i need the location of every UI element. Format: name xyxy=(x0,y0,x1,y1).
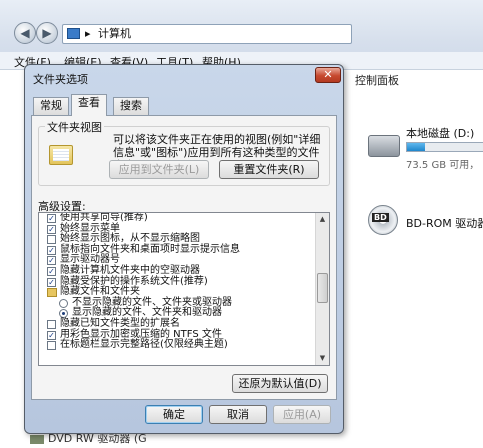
ok-button[interactable]: 确定 xyxy=(145,405,203,424)
drive-d-name: 本地磁盘 (D:) xyxy=(406,127,475,140)
checkbox[interactable]: ✓ xyxy=(47,256,56,266)
radio-button[interactable] xyxy=(59,309,68,319)
setting-row[interactable]: 在标题栏显示完整路径(仅限经典主题) xyxy=(39,340,329,351)
setting-row[interactable]: 隐藏已知文件类型的扩展名 xyxy=(39,317,329,330)
drive-d-usage-bar xyxy=(406,142,483,152)
folder-view-group: 文件夹视图 可以将该文件夹正在使用的视图(例如"详细信息"或"图标")应用到所有… xyxy=(38,119,330,186)
forward-button[interactable]: ▶ xyxy=(36,22,58,44)
checkbox[interactable]: ✓ xyxy=(47,277,56,287)
bd-rom-name: BD-ROM 驱动器 xyxy=(406,217,483,230)
explorer-toolbar: ◀ ▶ ▸ 计算机 文件(F) 编辑(E) 查看(V) 工具(T) 帮助(H) xyxy=(0,0,483,70)
checkbox[interactable]: ✓ xyxy=(47,214,56,223)
apply-button[interactable]: 应用(A) xyxy=(273,405,331,424)
checkbox[interactable] xyxy=(47,235,56,245)
setting-label: 隐藏已知文件类型的扩展名 xyxy=(60,317,180,329)
tab-view[interactable]: 查看 xyxy=(71,94,107,116)
checkbox[interactable]: ✓ xyxy=(47,245,56,255)
apply-to-folders-button[interactable]: 应用到文件夹(L) xyxy=(109,160,209,179)
tab-search[interactable]: 搜索 xyxy=(113,97,149,115)
advanced-settings-scrollbar[interactable]: ▲ ▼ xyxy=(315,213,329,365)
reset-folders-button[interactable]: 重置文件夹(R) xyxy=(219,160,319,179)
setting-row[interactable]: ✓ 隐藏计算机文件夹中的空驱动器 xyxy=(39,264,329,277)
folder-icon xyxy=(47,288,57,298)
computer-icon xyxy=(67,28,80,39)
scroll-up-arrow-icon[interactable]: ▲ xyxy=(316,213,329,226)
dialog-title: 文件夹选项 xyxy=(33,73,88,86)
checkbox[interactable]: ✓ xyxy=(47,224,56,234)
close-button[interactable]: ✕ xyxy=(315,67,341,83)
cancel-button[interactable]: 取消 xyxy=(209,405,267,424)
folder-options-dialog: 文件夹选项 ✕ 常规 查看 搜索 文件夹视图 可以将该文件夹正在使用的视图(例如… xyxy=(24,64,344,434)
scrollbar-thumb[interactable] xyxy=(317,273,328,303)
address-text: 计算机 xyxy=(98,27,132,40)
checkbox[interactable]: ✓ xyxy=(47,266,56,276)
folder-view-icon xyxy=(49,145,73,165)
tab-general[interactable]: 常规 xyxy=(33,97,69,115)
view-tab-panel: 文件夹视图 可以将该文件夹正在使用的视图(例如"详细信息"或"图标")应用到所有… xyxy=(31,115,337,400)
drive-d-free: 73.5 GB 可用， xyxy=(406,160,480,171)
address-separator: ▸ xyxy=(85,27,91,40)
checkbox[interactable] xyxy=(47,319,56,329)
setting-label: 在标题栏显示完整路径(仅限经典主题) xyxy=(60,339,228,351)
folder-view-label: 文件夹视图 xyxy=(45,119,104,135)
scroll-down-arrow-icon[interactable]: ▼ xyxy=(316,352,329,365)
dvd-icon xyxy=(30,434,44,444)
restore-defaults-button[interactable]: 还原为默认值(D) xyxy=(232,374,328,393)
address-bar[interactable]: ▸ 计算机 xyxy=(62,24,352,44)
setting-label: 隐藏计算机文件夹中的空驱动器 xyxy=(60,264,200,276)
hard-drive-icon xyxy=(368,135,400,157)
checkbox[interactable] xyxy=(47,341,56,351)
radio-button[interactable] xyxy=(59,298,68,308)
control-panel-link[interactable]: 控制面板 xyxy=(355,72,399,88)
setting-label: 使用共享向导(推荐) xyxy=(60,212,148,223)
setting-row[interactable]: ✓ 使用共享向导(推荐) xyxy=(39,213,329,224)
advanced-settings-list[interactable]: ✓ 使用共享向导(推荐) ✓ 始终显示菜单 始终显示图标，从不显示缩略图 ✓ 鼠标指向文件夹… xyxy=(38,212,330,366)
checkbox[interactable]: ✓ xyxy=(47,330,56,340)
back-button[interactable]: ◀ xyxy=(14,22,36,44)
bd-badge: BD xyxy=(372,213,389,222)
